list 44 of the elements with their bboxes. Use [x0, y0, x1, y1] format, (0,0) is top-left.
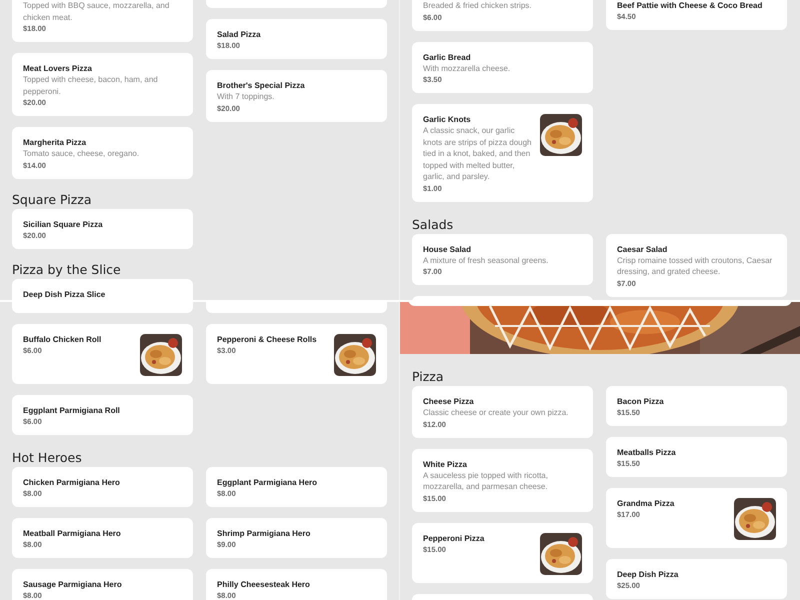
- item-name: Margherita Pizza: [23, 137, 88, 148]
- item-name: Deep Dish Pizza: [617, 569, 680, 580]
- item-name: Cheese Pizza: [423, 396, 475, 407]
- item-name: Sausage Parmigiana Hero: [23, 579, 123, 590]
- item-name: Philly Cheesesteak Hero: [217, 579, 311, 590]
- item-name: Caesar Salad: [617, 244, 668, 254]
- item-description: Topped with BBQ sauce, mozzarella, and chicken meat.: [23, 0, 170, 23]
- item-description: Tomato sauce, cheese, oregano.: [23, 148, 140, 160]
- item-description: A classic snack, our garlic knots are strips of pizza dough tied in a knot, baked, and then topped with melted butter, garlic, and parsley.: [423, 125, 532, 182]
- menu-item-card[interactable]: Deep Dish Pizza Slice: [12, 278, 193, 300]
- item-name: Salad Pizza: [217, 29, 262, 40]
- item-name: Deep Dish Pizza Slice: [23, 288, 106, 300]
- item-name: Meat Lovers Pizza: [23, 63, 93, 74]
- item-name: White Pizza: [423, 458, 468, 470]
- item-name: Sicilian Square Pizza: [23, 218, 104, 230]
- item-name: Garlic Bread: [423, 52, 472, 62]
- item-name: Beef Pattie with Cheese & Coco Bread: [617, 0, 764, 11]
- item-name: Pepperoni Pizza: [423, 532, 486, 544]
- section-heading: Square Pizza: [12, 190, 92, 208]
- item-description: A mixture of fresh seasonal greens.: [423, 254, 550, 266]
- item-name: Meatballs Pizza: [617, 447, 677, 458]
- item-description: Crisp romaine tossed with croutons, Caesar dressing, and grated cheese.: [617, 254, 774, 278]
- item-name: Pepperoni & Cheese Rolls: [217, 334, 318, 345]
- item-name: Chicken Parmigiana Hero: [23, 477, 121, 488]
- section-heading: Hot Heroes: [12, 449, 83, 467]
- section-heading: Pizza: [412, 368, 445, 386]
- item-name: Shrimp Parmigiana Hero: [217, 528, 312, 539]
- item-name: House Salad: [423, 244, 472, 254]
- item-description: Topped with cheese, bacon, ham, and pepperoni.: [23, 74, 159, 97]
- item-description: Classic cheese or create your own pizza.: [423, 407, 570, 418]
- item-description: Breaded & fried chicken strips.: [423, 0, 532, 12]
- item-description: A sauceless pie topped with ricotta, mozzarella, and parmesan cheese.: [423, 470, 549, 492]
- section-heading: Pizza by the Slice: [12, 260, 122, 278]
- item-name: Eggplant Parmigiana Roll: [23, 405, 121, 416]
- item-name: Bacon Pizza: [617, 396, 665, 407]
- item-name: Meatball Parmigiana Hero: [23, 528, 122, 539]
- item-name: Brother's Special Pizza: [217, 80, 306, 91]
- item-name: Buffalo Chicken Roll: [23, 334, 102, 345]
- item-description: With mozzarella cheese.: [423, 62, 512, 74]
- section-heading: Salads: [412, 216, 454, 234]
- item-name: Garlic Knots: [423, 114, 472, 125]
- item-name: Grandma Pizza: [617, 498, 676, 509]
- item-description: With 7 toppings.: [217, 91, 276, 102]
- item-name: Eggplant Parmigiana Hero: [217, 477, 318, 488]
